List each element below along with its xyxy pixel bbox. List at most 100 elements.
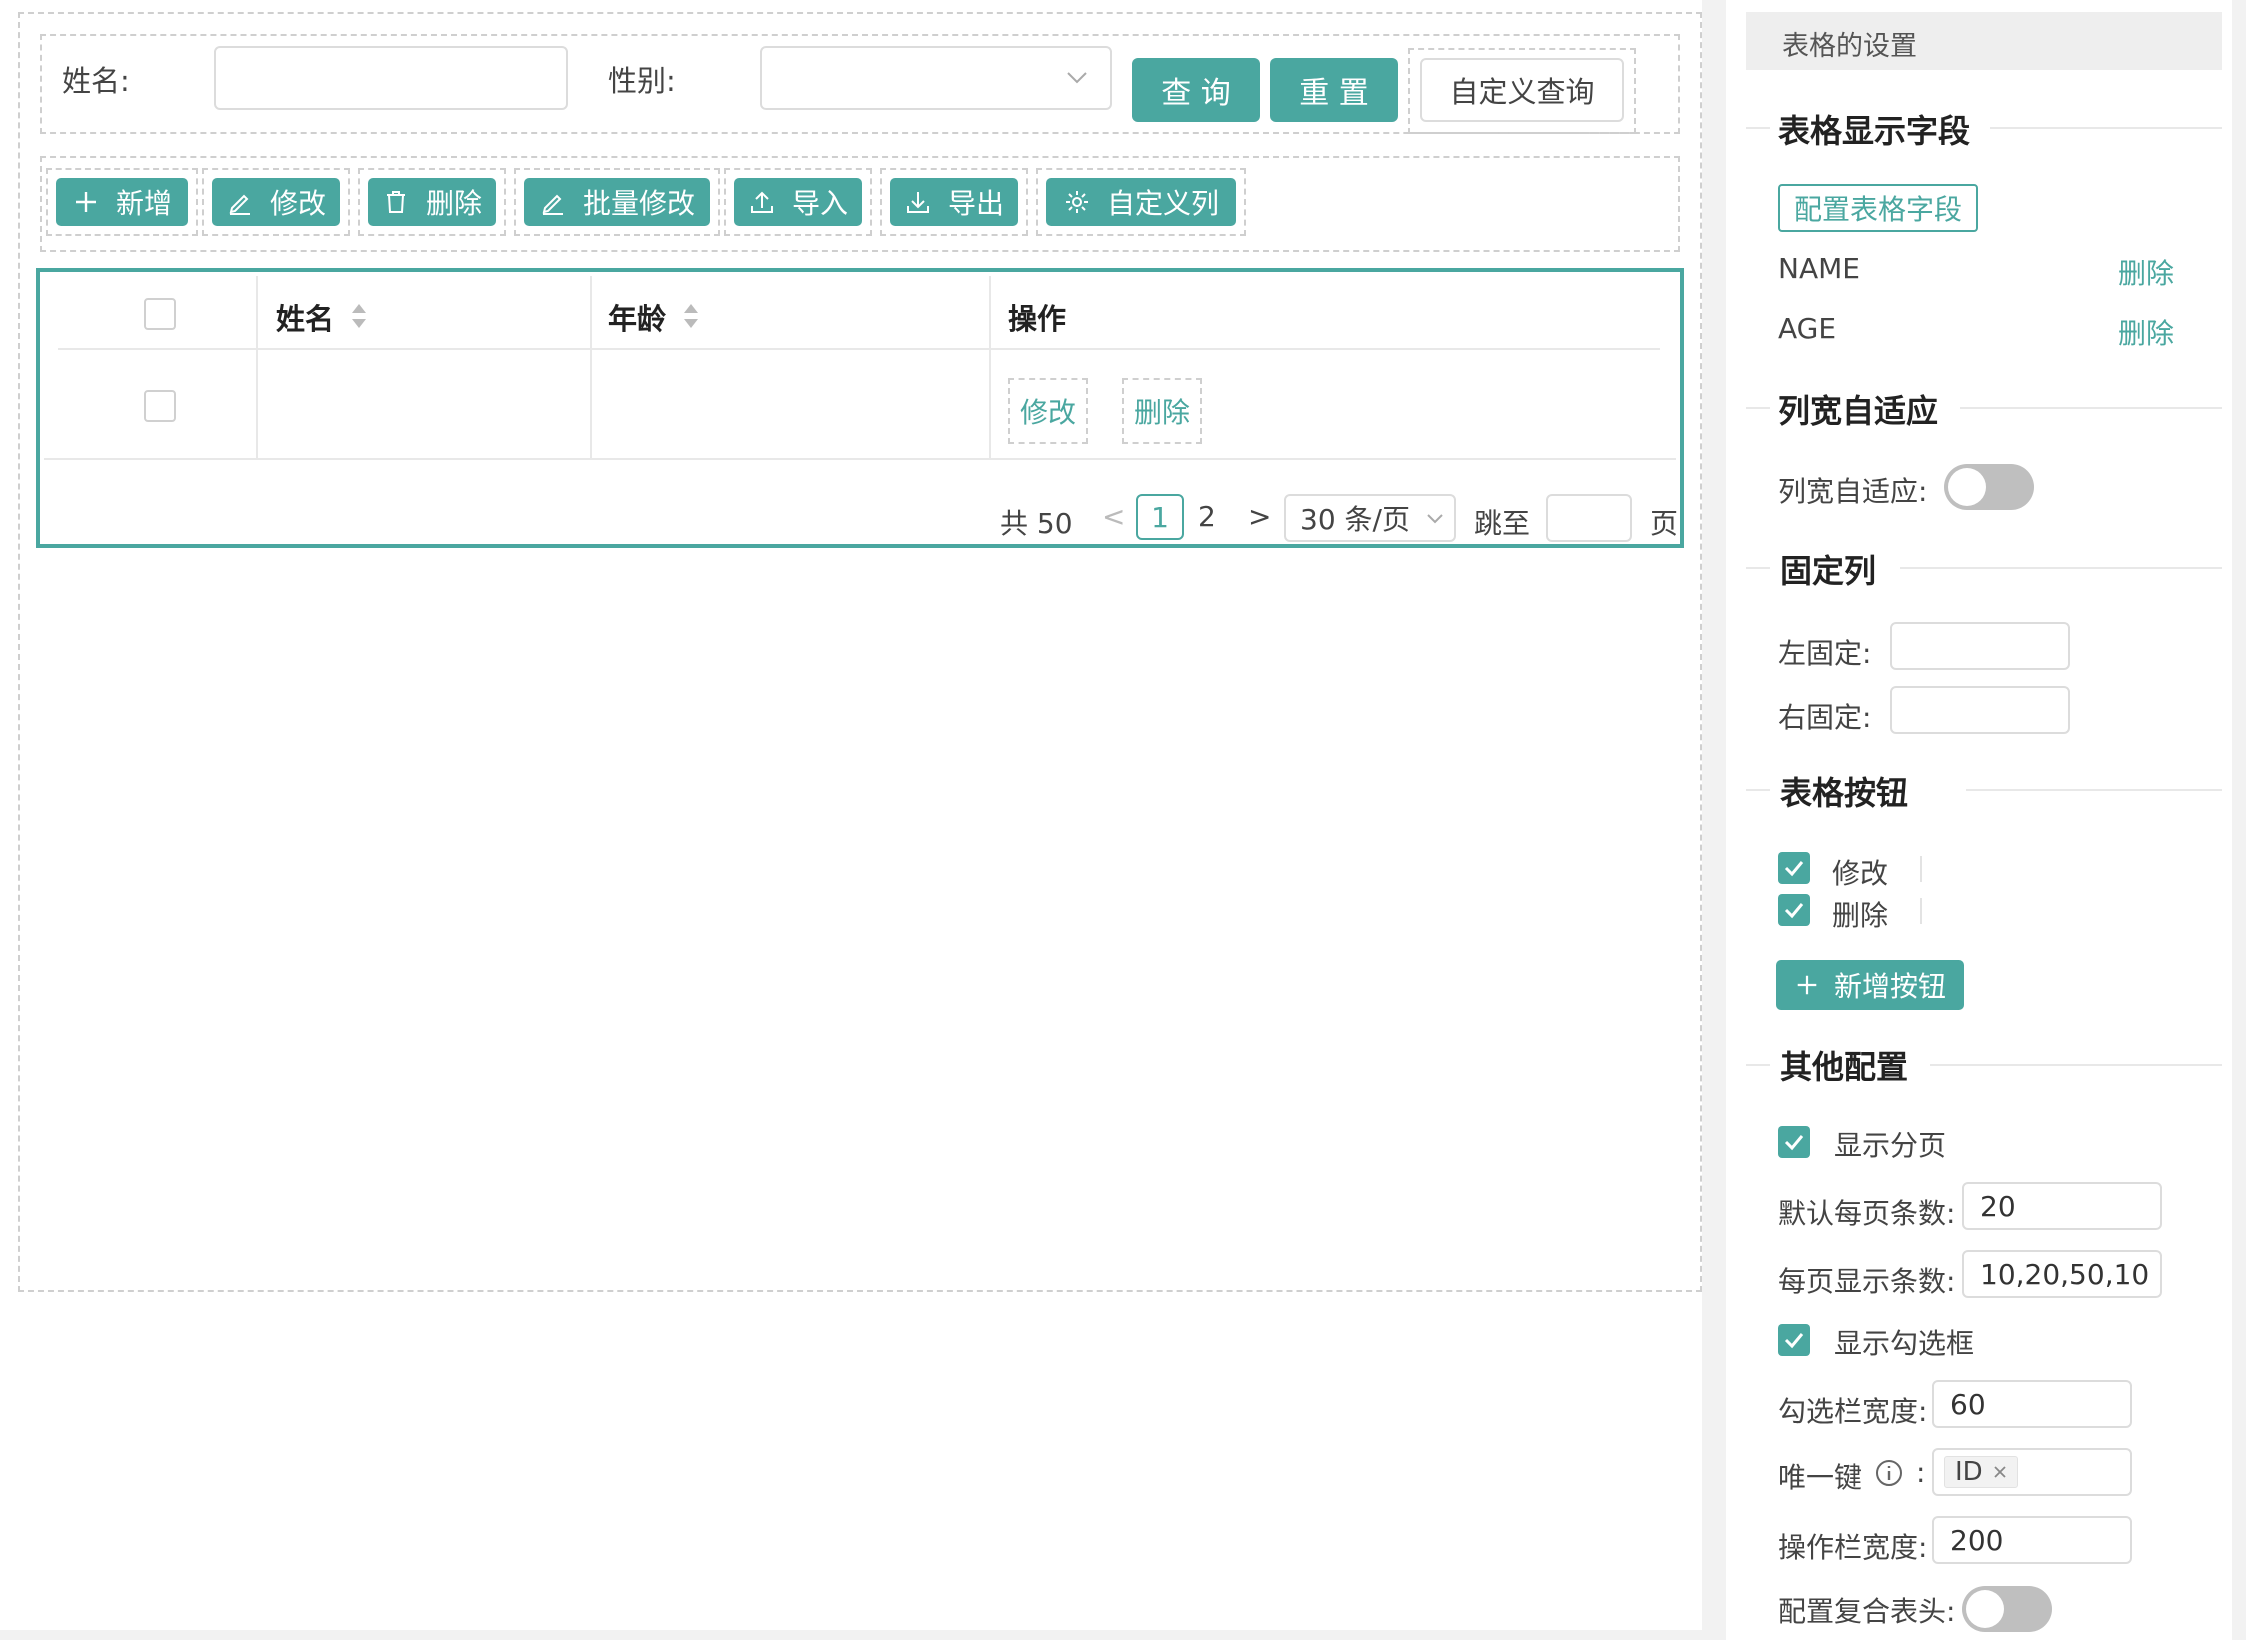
custom-columns-button-label: 自定义列 xyxy=(1106,187,1219,220)
left-fixed-input[interactable] xyxy=(1890,622,2070,670)
gear-icon xyxy=(1065,191,1088,213)
section-display-fields: 表格显示字段 xyxy=(1778,112,1971,150)
header-name[interactable]: 姓名 xyxy=(276,296,334,338)
action-width-value: 200 xyxy=(1950,1523,2004,1557)
button-edit-checkbox[interactable] xyxy=(1778,852,1810,884)
col-divider-2 xyxy=(590,276,592,460)
page-size-select[interactable]: 30 条/页 xyxy=(1284,494,1456,542)
delete-button[interactable]: 删除 xyxy=(368,178,496,226)
pagination-total: 共 50 xyxy=(1000,507,1073,540)
batch-edit-button-label: 批量修改 xyxy=(582,187,695,220)
compound-header-label: 配置复合表头: xyxy=(1778,1595,1956,1628)
check-icon xyxy=(1784,903,1804,919)
page-item[interactable]: 2 xyxy=(1198,500,1216,533)
row-checkbox[interactable] xyxy=(144,390,176,422)
add-button[interactable]: 新增 xyxy=(56,178,188,226)
col-divider-3 xyxy=(989,276,991,460)
plus-icon xyxy=(1797,975,1817,995)
action-width-input[interactable]: 200 xyxy=(1932,1516,2132,1564)
section-other: 其他配置 xyxy=(1780,1048,1909,1086)
unique-key-separator: : xyxy=(1916,1456,1926,1489)
add-button-label: 新增 xyxy=(115,187,172,220)
edit-button-label: 修改 xyxy=(269,187,326,220)
query-button[interactable]: 查 询 xyxy=(1132,58,1260,122)
page-item-current[interactable]: 1 xyxy=(1136,494,1184,540)
edit-icon xyxy=(229,194,250,215)
auto-width-toggle[interactable] xyxy=(1944,464,2034,510)
row-edit-link[interactable]: 修改 xyxy=(1008,378,1088,444)
close-icon[interactable] xyxy=(1993,1465,2007,1479)
row-delete-link[interactable]: 删除 xyxy=(1122,378,1202,444)
button-delete-checkbox[interactable] xyxy=(1778,894,1810,926)
panel-scrollbar[interactable] xyxy=(2232,0,2246,1640)
checkbox-width-label: 勾选栏宽度: xyxy=(1778,1395,1928,1428)
reset-button[interactable]: 重 置 xyxy=(1270,58,1398,122)
unique-key-select[interactable]: ID xyxy=(1932,1448,2132,1496)
right-fixed-input[interactable] xyxy=(1890,686,2070,734)
add-table-button[interactable]: 新增按钮 xyxy=(1776,960,1964,1010)
panel-gutter xyxy=(1702,0,1726,1640)
prev-page-icon[interactable]: < xyxy=(1102,500,1125,533)
trash-icon xyxy=(386,191,405,213)
config-fields-button[interactable]: 配置表格字段 xyxy=(1778,184,1978,232)
panel-title: 表格的设置 xyxy=(1782,31,1917,62)
page-sizes-value: 10,20,50,10 xyxy=(1980,1257,2150,1291)
panel-gutter-bottom xyxy=(0,1630,1726,1640)
page-sizes-label: 每页显示条数: xyxy=(1778,1265,1956,1298)
delete-button-label: 删除 xyxy=(425,187,482,220)
select-all-checkbox[interactable] xyxy=(144,298,176,330)
sort-icon[interactable] xyxy=(682,302,700,330)
name-input[interactable] xyxy=(214,46,568,110)
field-name: NAME xyxy=(1778,252,1860,285)
section-fixed-columns: 固定列 xyxy=(1780,552,1877,590)
sort-icon[interactable] xyxy=(350,302,368,330)
export-button[interactable]: 导出 xyxy=(890,178,1018,226)
custom-query-button[interactable]: 自定义查询 xyxy=(1420,58,1624,122)
page-sizes-input[interactable]: 10,20,50,10 xyxy=(1962,1250,2162,1298)
section-divider xyxy=(1746,1064,1770,1066)
edit-icon xyxy=(542,194,563,215)
unique-key-label: 唯一键 xyxy=(1778,1461,1863,1494)
show-pagination-label: 显示分页 xyxy=(1834,1129,1947,1162)
custom-columns-button-wrap: 自定义列 xyxy=(1036,168,1246,236)
jump-input[interactable] xyxy=(1546,494,1632,542)
check-icon xyxy=(1784,1333,1804,1349)
toggle-knob xyxy=(1948,468,1986,506)
export-button-label: 导出 xyxy=(947,187,1004,220)
show-checkbox-checkbox[interactable] xyxy=(1778,1324,1810,1356)
section-auto-width: 列宽自适应 xyxy=(1778,392,1939,430)
gender-select[interactable] xyxy=(760,46,1112,110)
table-row-divider xyxy=(44,458,1676,460)
edit-button[interactable]: 修改 xyxy=(212,178,340,226)
field-name: AGE xyxy=(1778,312,1837,345)
import-button[interactable]: 导入 xyxy=(734,178,862,226)
section-table-buttons: 表格按钮 xyxy=(1780,774,1909,812)
next-page-icon[interactable]: > xyxy=(1248,500,1271,533)
action-width-label: 操作栏宽度: xyxy=(1778,1531,1928,1564)
field-delete-link[interactable]: 删除 xyxy=(2118,312,2174,352)
show-pagination-checkbox[interactable] xyxy=(1778,1126,1810,1158)
info-icon[interactable] xyxy=(1874,1458,1904,1488)
checkbox-width-input[interactable]: 60 xyxy=(1932,1380,2132,1428)
default-page-size-label: 默认每页条数: xyxy=(1778,1197,1956,1230)
batch-edit-button[interactable]: 批量修改 xyxy=(524,178,710,226)
upload-icon xyxy=(750,191,773,213)
gender-label: 性别: xyxy=(608,64,676,98)
header-age[interactable]: 年龄 xyxy=(608,296,666,338)
section-divider xyxy=(1966,789,2222,791)
chevron-down-icon xyxy=(1427,514,1443,524)
drag-divider xyxy=(1920,856,1922,882)
jump-label: 跳至 xyxy=(1474,507,1531,540)
import-button-wrap: 导入 xyxy=(724,168,872,236)
compound-header-toggle[interactable] xyxy=(1962,1586,2052,1632)
custom-columns-button[interactable]: 自定义列 xyxy=(1046,178,1236,226)
default-page-size-input[interactable]: 20 xyxy=(1962,1182,2162,1230)
export-button-wrap: 导出 xyxy=(880,168,1028,236)
default-page-size-value: 20 xyxy=(1980,1189,2016,1223)
field-delete-link[interactable]: 删除 xyxy=(2118,252,2174,292)
drag-divider xyxy=(1920,898,1922,924)
add-button-wrap: 新增 xyxy=(46,168,198,236)
button-item-label: 修改 xyxy=(1832,857,1889,890)
left-fixed-label: 左固定: xyxy=(1778,637,1872,670)
add-table-button-label: 新增按钮 xyxy=(1833,970,1946,1003)
